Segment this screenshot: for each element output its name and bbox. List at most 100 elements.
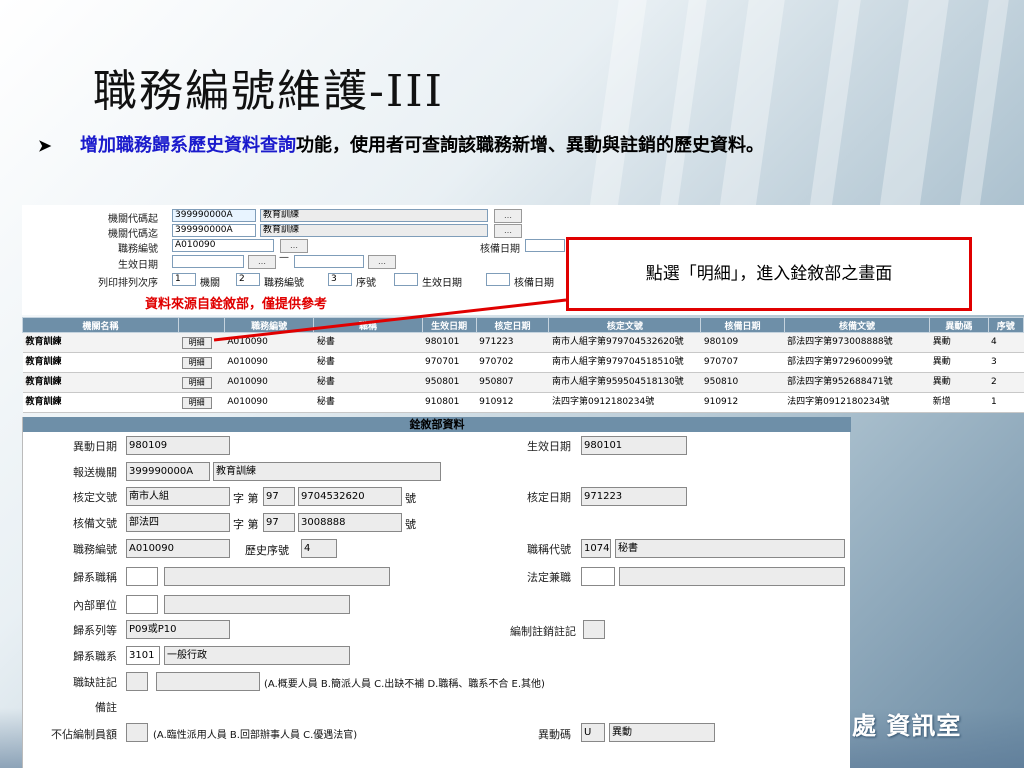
cell-seq: 2 — [988, 372, 1024, 393]
sort-3-label: 序號 — [356, 278, 376, 289]
series-title-code-field — [126, 567, 158, 586]
cell-eff-date: 950801 — [422, 372, 477, 393]
sort-1-input[interactable]: 1 — [172, 273, 196, 286]
job-no-input[interactable]: A010090 — [172, 239, 274, 252]
detail-button[interactable]: 明細 — [181, 376, 212, 389]
job-no-lookup-button[interactable]: … — [280, 239, 308, 253]
effective-date-to-picker[interactable]: … — [368, 255, 396, 269]
effective-date-from-picker[interactable]: … — [248, 255, 276, 269]
sort-2-input[interactable]: 2 — [236, 273, 260, 286]
approve-date-top-label: 核備日期 — [480, 244, 520, 255]
file-doc-year-field: 97 — [263, 513, 295, 532]
cell-change: 異動 — [929, 352, 989, 373]
table-row: 教育訓練 明細 A010090 秘書 950801 950807 南市人組字第9… — [22, 372, 1024, 393]
remark-label: 備註 — [95, 701, 117, 714]
appr-doc-year-field: 97 — [263, 487, 295, 506]
cell-file-doc: 部法四字第972960099號 — [784, 352, 930, 373]
cell-org: 教育訓練 — [22, 352, 179, 373]
series-grade-field: P09或P10 — [126, 620, 230, 639]
quota-cancel-label: 編制註銷註記 — [510, 625, 576, 638]
detail-button[interactable]: 明細 — [181, 396, 212, 409]
col-eff-date: 生效日期 — [421, 317, 477, 333]
cell-appr-date: 950807 — [476, 372, 549, 393]
cell-org: 教育訓練 — [22, 372, 179, 393]
legal-concurrent-code-field — [581, 567, 615, 586]
cell-seq: 1 — [988, 392, 1024, 413]
hist-seq-label: 歷史序號 — [245, 544, 289, 557]
sort-order-label: 列印排列次序 — [98, 278, 158, 289]
cell-appr-doc: 南市人組字第979704518510號 — [548, 352, 701, 373]
bullet-text: 功能，使用者可查詢該職務新增、異動與註銷的歷史資料。 — [296, 135, 764, 156]
appr-date-field: 971223 — [581, 487, 687, 506]
cell-file-doc: 法四字第0912180234號 — [784, 392, 930, 413]
sort-4-label: 生效日期 — [422, 278, 462, 289]
sort-2-label: 職務編號 — [264, 278, 304, 289]
cell-appr-date: 970702 — [476, 352, 549, 373]
approve-date-top-input[interactable] — [525, 239, 565, 252]
cell-appr-date: 910912 — [476, 392, 549, 413]
quota-cancel-field — [583, 620, 605, 639]
cell-file-date: 980109 — [700, 332, 785, 353]
file-doc-no-field: 3008888 — [298, 513, 402, 532]
history-table: 機關名稱 職務編號 職稱 生效日期 核定日期 核定文號 核備日期 核備文號 異動… — [21, 317, 1024, 413]
cell-title: 秘書 — [313, 392, 423, 413]
cell-file-date: 970707 — [700, 352, 785, 373]
detail-job-no-field: A010090 — [126, 539, 230, 558]
series-grade-label: 歸系列等 — [73, 624, 117, 637]
effective-date-from-input[interactable] — [172, 255, 244, 268]
series-title-label: 歸系職稱 — [73, 571, 117, 584]
change-date-label: 異動日期 — [73, 440, 117, 453]
eff-date-label: 生效日期 — [527, 440, 571, 453]
file-doc-prefix-field: 部法四 — [126, 513, 230, 532]
org-to-name-field: 教育訓練 — [260, 224, 488, 237]
file-doc-label: 核備文號 — [73, 517, 117, 530]
org-to-lookup-button[interactable]: … — [494, 224, 522, 238]
eff-date-field: 980101 — [581, 436, 687, 455]
appr-doc-label: 核定文號 — [73, 491, 117, 504]
cell-file-date: 950810 — [700, 372, 785, 393]
series-group-label: 歸系職系 — [73, 650, 117, 663]
sort-3-input[interactable]: 3 — [328, 273, 352, 286]
detail-button[interactable]: 明細 — [181, 356, 212, 369]
cell-title: 秘書 — [313, 332, 423, 353]
org-from-lookup-button[interactable]: … — [494, 209, 522, 223]
legal-concurrent-name-field — [619, 567, 845, 586]
effective-date-to-input[interactable] — [294, 255, 364, 268]
detail-job-no-label: 職務編號 — [73, 543, 117, 556]
non-quota-label: 不佔編制員額 — [51, 728, 117, 741]
detail-panel: 銓敘部資料 異動日期 980109 生效日期 980101 報送機關 39999… — [22, 417, 851, 768]
vacancy-label: 職缺註記 — [73, 676, 117, 689]
table-row: 教育訓練 明細 A010090 秘書 910801 910912 法四字第091… — [22, 392, 1024, 413]
sort-4-input[interactable] — [394, 273, 418, 286]
send-org-label: 報送機關 — [73, 466, 117, 479]
brand-logo-text: 處 資訊室 — [852, 712, 962, 740]
inner-unit-name-field — [164, 595, 350, 614]
cell-appr-doc: 法四字第0912180234號 — [548, 392, 701, 413]
file-hao-text: 號 — [405, 518, 416, 531]
detail-panel-title: 銓敘部資料 — [23, 417, 851, 432]
data-source-note: 資料來源自銓敘部，僅提供參考 — [145, 297, 328, 312]
cell-appr-date: 971223 — [476, 332, 549, 353]
cell-seq: 3 — [988, 352, 1024, 373]
series-group-name-field: 一般行政 — [164, 646, 350, 665]
col-org: 機關名稱 — [21, 317, 180, 333]
detail-button[interactable]: 明細 — [181, 336, 212, 349]
cell-eff-date: 910801 — [422, 392, 477, 413]
cell-org: 教育訓練 — [22, 392, 179, 413]
job-no-label: 職務編號 — [118, 244, 158, 255]
cell-appr-doc: 南市人組字第9797045326​20號 — [548, 332, 701, 353]
send-org-code-field: 399990000A — [126, 462, 210, 481]
org-from-name-field: 教育訓練 — [260, 209, 488, 222]
cell-job-no: A010090 — [224, 392, 314, 413]
cell-job-no: A010090 — [224, 372, 314, 393]
non-quota-note: (A.臨性派用人員 B.回部辦事人員 C.優遇法官) — [153, 730, 358, 741]
col-change: 異動碼 — [929, 317, 989, 333]
sort-5-input[interactable] — [486, 273, 510, 286]
org-from-code-input[interactable]: 399990000A — [172, 209, 256, 222]
org-to-code-input[interactable]: 399990000A — [172, 224, 256, 237]
cell-title: 秘書 — [313, 352, 423, 373]
cell-change: 異動 — [929, 332, 989, 353]
non-quota-field — [126, 723, 148, 742]
sort-1-label: 機關 — [200, 278, 220, 289]
col-appr-date: 核定日期 — [475, 317, 550, 333]
